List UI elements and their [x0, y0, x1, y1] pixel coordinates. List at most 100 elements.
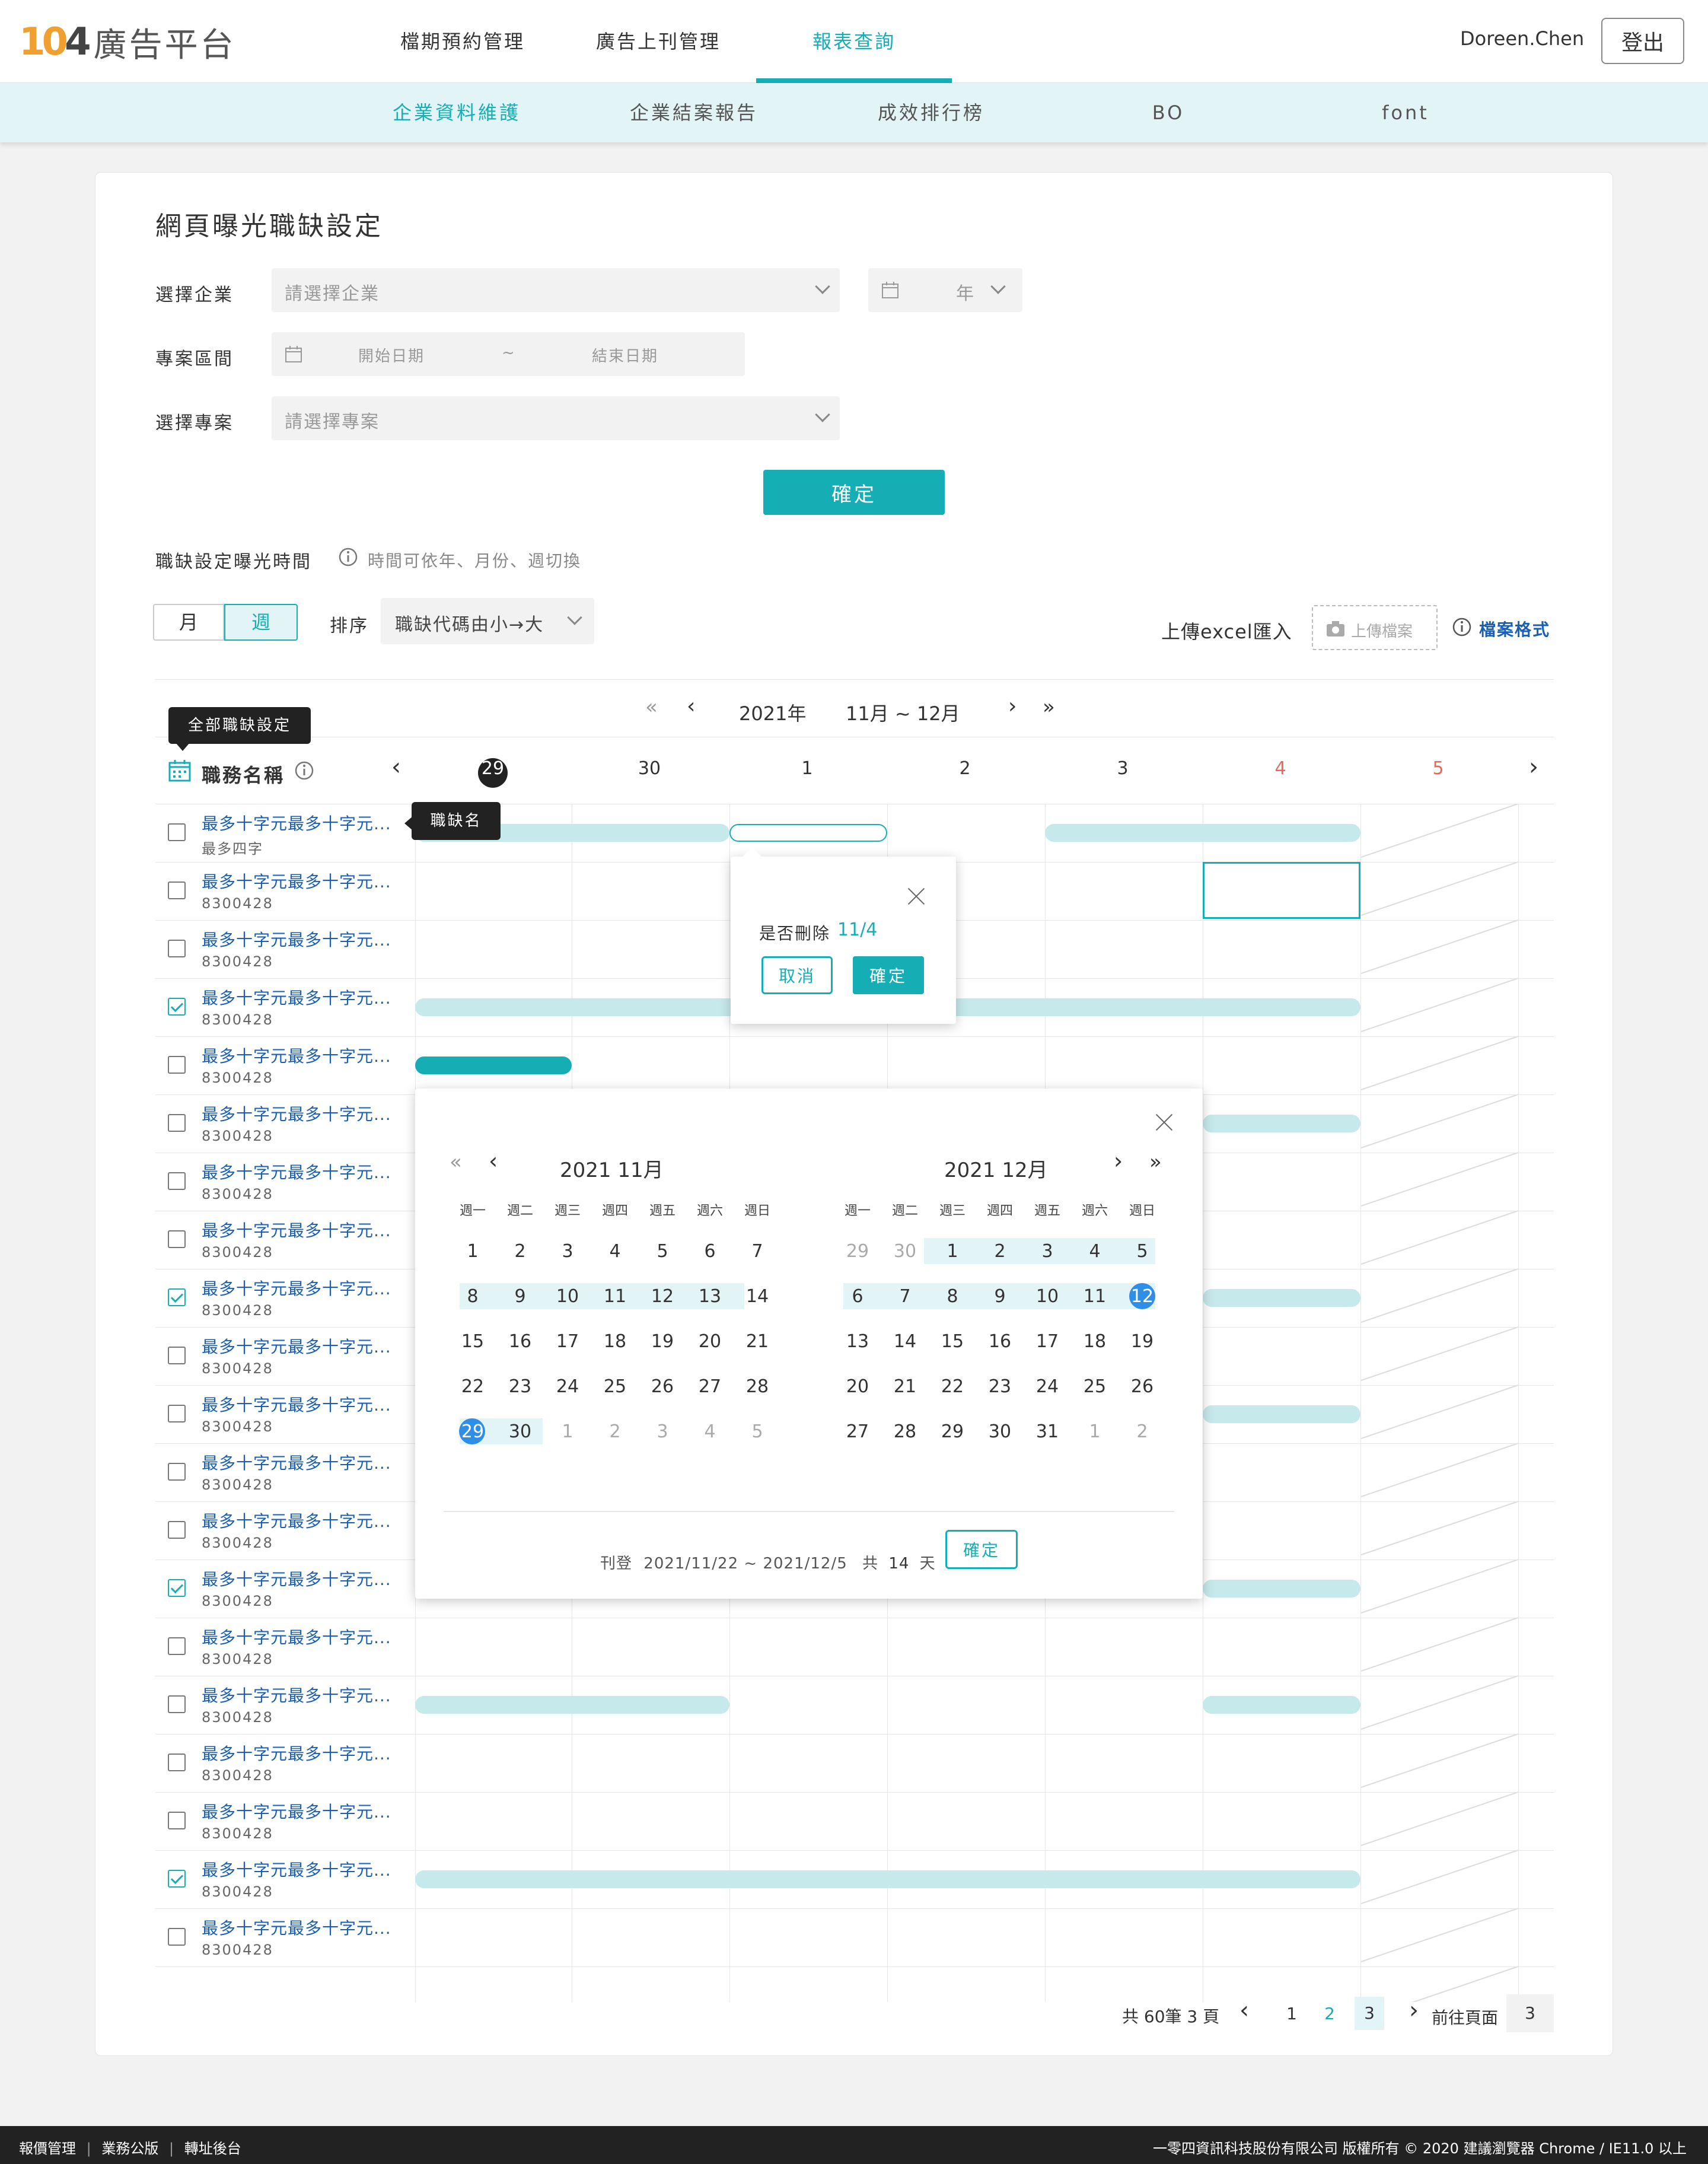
subnav-company-data[interactable]: 企業資料維護 [368, 83, 546, 142]
calendar-day[interactable]: 5 [734, 1417, 781, 1447]
exposure-bar[interactable] [415, 1696, 729, 1714]
job-title-link[interactable]: 最多十字元最多十字元... [202, 1218, 391, 1242]
calendar-day[interactable]: 27 [834, 1417, 881, 1447]
calendar-day[interactable]: 12 [1119, 1282, 1166, 1312]
calendar-day[interactable]: 27 [686, 1372, 734, 1402]
sort-select[interactable]: 職缺代碼由小→大 [381, 598, 594, 644]
calendar-day[interactable]: 25 [591, 1372, 639, 1402]
job-title-link[interactable]: 最多十字元最多十字元... [202, 1334, 391, 1358]
calendar-day[interactable]: 8 [929, 1282, 976, 1312]
row-checkbox[interactable] [168, 1870, 186, 1888]
row-checkbox[interactable] [168, 1114, 186, 1132]
calendar-day[interactable]: 16 [976, 1327, 1024, 1357]
row-checkbox[interactable] [168, 1056, 186, 1074]
exposure-bar[interactable] [1203, 1405, 1360, 1423]
next-page-icon[interactable]: › [1409, 1997, 1419, 2024]
calendar-day[interactable]: 1 [449, 1237, 496, 1266]
calendar-day[interactable]: 4 [591, 1237, 639, 1266]
job-title-link[interactable]: 最多十字元最多十字元... [202, 1102, 391, 1125]
year-select[interactable]: 年 [868, 268, 1022, 312]
calendar-day[interactable]: 16 [496, 1327, 544, 1357]
page-2[interactable]: 2 [1318, 2004, 1341, 2023]
calendar-day[interactable]: 19 [639, 1327, 686, 1357]
calendar-day[interactable]: 22 [929, 1372, 976, 1402]
row-checkbox[interactable] [168, 1405, 186, 1422]
row-checkbox[interactable] [168, 881, 186, 899]
row-checkbox[interactable] [168, 1347, 186, 1364]
calendar-day[interactable]: 14 [734, 1282, 781, 1312]
calendar-day[interactable]: 30 [976, 1417, 1024, 1447]
exposure-bar[interactable] [1203, 1289, 1360, 1307]
job-title-link[interactable]: 最多十字元最多十字元... [202, 1625, 391, 1649]
calendar-day[interactable]: 1 [1071, 1417, 1119, 1447]
calendar-day[interactable]: 22 [449, 1372, 496, 1402]
tab-month[interactable]: 月 [153, 604, 224, 641]
job-title-link[interactable]: 最多十字元最多十字元... [202, 1567, 391, 1590]
logout-button[interactable]: 登出 [1601, 18, 1684, 64]
calendar-day[interactable]: 17 [544, 1327, 591, 1357]
footer-link-templates[interactable]: 業務公版 [101, 2140, 158, 2157]
calendar-day[interactable]: 10 [1024, 1282, 1071, 1312]
row-checkbox[interactable] [168, 998, 186, 1016]
row-checkbox[interactable] [168, 1521, 186, 1539]
cell-hover[interactable] [1203, 862, 1360, 919]
job-title-link[interactable]: 最多十字元最多十字元... [202, 1799, 391, 1823]
row-checkbox[interactable] [168, 1579, 186, 1597]
row-checkbox[interactable] [168, 1463, 186, 1481]
calendar-day[interactable]: 8 [449, 1282, 496, 1312]
page-3-current[interactable]: 3 [1355, 1997, 1384, 2030]
calendar-day[interactable]: 2 [496, 1237, 544, 1266]
next-month-icon[interactable]: › [1114, 1148, 1123, 1174]
subnav-font[interactable]: font [1317, 83, 1494, 142]
calendar-day[interactable]: 26 [1119, 1372, 1166, 1402]
company-select[interactable]: 請選擇企業 [272, 268, 840, 312]
calendar-day[interactable]: 30 [496, 1417, 544, 1447]
calendar-day[interactable]: 3 [1024, 1237, 1071, 1266]
exposure-bar[interactable] [1203, 1580, 1360, 1597]
calendar-day[interactable]: 23 [976, 1372, 1024, 1402]
job-title-link[interactable]: 最多十字元最多十字元... [202, 1160, 391, 1183]
calendar-day[interactable]: 13 [686, 1282, 734, 1312]
calendar-day[interactable]: 29 [929, 1417, 976, 1447]
exposure-bar[interactable] [415, 1870, 1360, 1888]
period-range-picker[interactable]: 開始日期 ~ 結束日期 [272, 332, 745, 376]
calendar-day[interactable]: 31 [1024, 1417, 1071, 1447]
exposure-bar-editing[interactable] [415, 1056, 572, 1074]
prev-month-icon[interactable]: ‹ [489, 1148, 498, 1174]
job-title-link[interactable]: 最多十字元最多十字元... [202, 985, 391, 1009]
double-chevron-left-icon[interactable]: « [645, 695, 658, 719]
exposure-bar-selected[interactable] [729, 824, 887, 842]
calendar-day[interactable]: 15 [929, 1327, 976, 1357]
calendar-day[interactable]: 25 [1071, 1372, 1119, 1402]
row-checkbox[interactable] [168, 940, 186, 957]
calendar-day[interactable]: 24 [1024, 1372, 1071, 1402]
job-title-link[interactable]: 最多十字元最多十字元... [202, 1683, 391, 1707]
exposure-bar[interactable] [1203, 1115, 1360, 1132]
calendar-day[interactable]: 4 [686, 1417, 734, 1447]
calendar-day[interactable]: 1 [544, 1417, 591, 1447]
confirm-delete-button[interactable]: 確定 [853, 956, 924, 994]
calendar-day[interactable]: 5 [639, 1237, 686, 1266]
double-chevron-right-icon[interactable]: » [1043, 695, 1055, 719]
job-title-link[interactable]: 最多十字元最多十字元... [202, 869, 391, 893]
calendar-day[interactable]: 15 [449, 1327, 496, 1357]
row-checkbox[interactable] [168, 1754, 186, 1771]
row-checkbox[interactable] [168, 1637, 186, 1655]
row-checkbox[interactable] [168, 823, 186, 841]
calendar-day[interactable]: 18 [1071, 1327, 1119, 1357]
job-title-link[interactable]: 最多十字元最多十字元... [202, 1741, 391, 1765]
calendar-day[interactable]: 30 [881, 1237, 929, 1266]
subnav-ranking[interactable]: 成效排行榜 [842, 83, 1020, 142]
logo[interactable]: 104 廣告平台 [19, 20, 236, 65]
prev-year-icon[interactable]: « [450, 1150, 462, 1174]
calendar-day[interactable]: 9 [976, 1282, 1024, 1312]
calendar-day[interactable]: 28 [881, 1417, 929, 1447]
goto-page-input[interactable]: 3 [1506, 1994, 1554, 2032]
calendar-day[interactable]: 2 [591, 1417, 639, 1447]
nav-report-query[interactable]: 報表查詢 [756, 0, 952, 83]
calendar-day[interactable]: 21 [881, 1372, 929, 1402]
calendar-day[interactable]: 11 [591, 1282, 639, 1312]
calendar-day[interactable]: 20 [834, 1372, 881, 1402]
calendar-day[interactable]: 26 [639, 1372, 686, 1402]
calendar-day[interactable]: 24 [544, 1372, 591, 1402]
